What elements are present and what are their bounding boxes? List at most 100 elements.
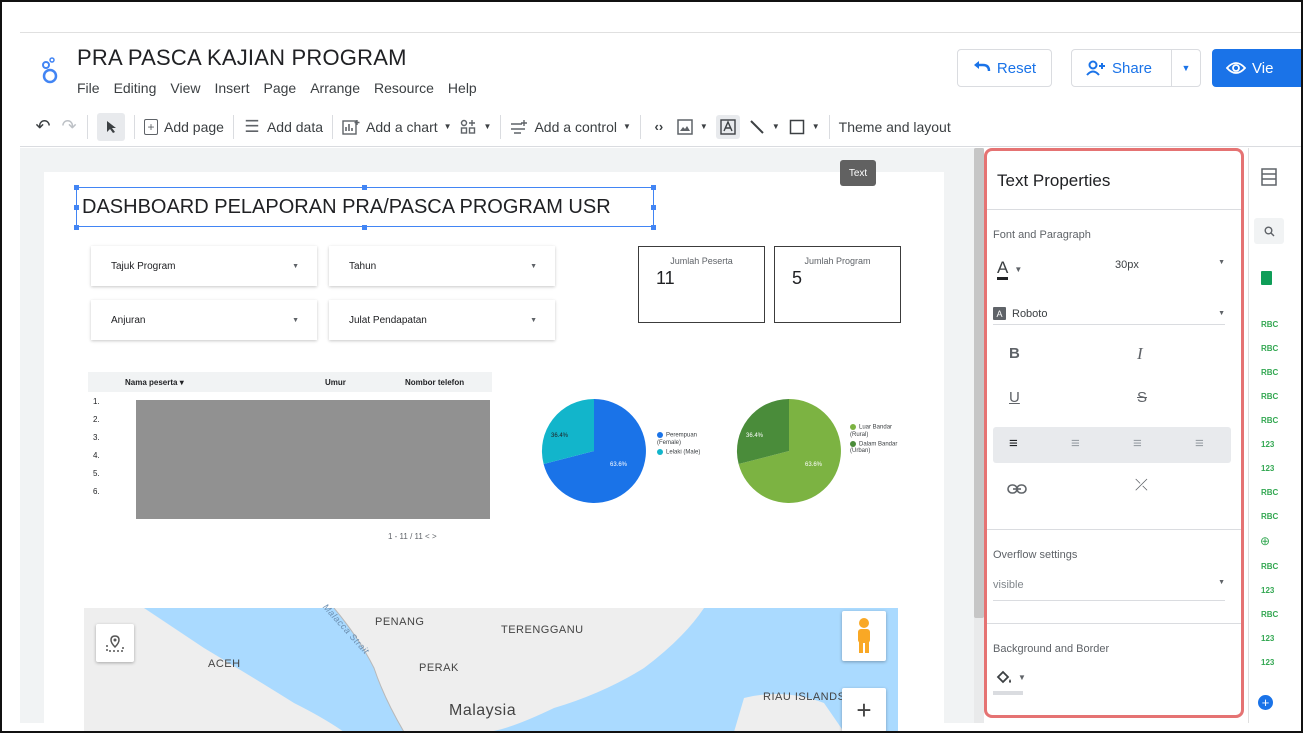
italic-icon[interactable]: I: [1137, 344, 1143, 364]
report-title[interactable]: PRA PASCA KAJIAN PROGRAM: [77, 45, 407, 71]
field-type-label[interactable]: RBC: [1261, 488, 1278, 497]
field-type-label[interactable]: RBC: [1261, 512, 1278, 521]
line-button[interactable]: ▼: [748, 118, 780, 136]
menu-resource[interactable]: Resource: [374, 80, 434, 96]
map-label: PENANG: [375, 616, 425, 628]
add-field-icon[interactable]: +: [1258, 695, 1273, 710]
add-page-button[interactable]: + Add page: [144, 118, 224, 135]
menu-file[interactable]: File: [77, 80, 100, 96]
field-type-label[interactable]: 123: [1261, 634, 1274, 643]
field-type-label[interactable]: RBC: [1261, 344, 1278, 353]
filter-label: Julat Pendapatan: [349, 314, 427, 326]
resize-handle[interactable]: [651, 225, 656, 230]
table-pagination[interactable]: 1 - 11 / 11 < >: [388, 532, 437, 541]
undo-icon[interactable]: ↶: [34, 116, 52, 136]
field-type-label[interactable]: RBC: [1261, 610, 1278, 619]
field-type-label[interactable]: RBC: [1261, 320, 1278, 329]
resize-handle[interactable]: [362, 225, 367, 230]
column-header-nama[interactable]: Nama peserta ▾: [125, 378, 325, 387]
filter-tajuk-program[interactable]: Tajuk Program ▼: [91, 246, 317, 286]
resize-handle[interactable]: [651, 205, 656, 210]
data-panel-icon[interactable]: [1261, 168, 1277, 186]
menu-editing[interactable]: Editing: [114, 80, 157, 96]
select-pointer-icon[interactable]: [97, 112, 125, 141]
font-family-select[interactable]: A Roboto ▼: [993, 303, 1225, 325]
menu-arrange[interactable]: Arrange: [310, 80, 360, 96]
section-overflow: Overflow settings: [993, 549, 1078, 561]
field-type-label[interactable]: 123: [1261, 658, 1274, 667]
globe-icon[interactable]: ⊕: [1260, 534, 1270, 548]
align-justify-icon[interactable]: ≡: [1195, 435, 1204, 452]
field-type-label[interactable]: RBC: [1261, 368, 1278, 377]
scorecard-jumlah-program[interactable]: Jumlah Program 5: [774, 246, 901, 323]
menu-view[interactable]: View: [170, 80, 200, 96]
reset-label: Reset: [996, 59, 1037, 77]
menu-help[interactable]: Help: [448, 80, 477, 96]
share-button[interactable]: Share ▼: [1071, 49, 1201, 87]
theme-layout-button[interactable]: Theme and layout: [839, 119, 951, 135]
menu-insert[interactable]: Insert: [214, 80, 249, 96]
reset-button[interactable]: Reset: [957, 49, 1052, 87]
menu-page[interactable]: Page: [263, 80, 296, 96]
community-viz-button[interactable]: ▼: [460, 118, 491, 136]
resize-handle[interactable]: [74, 205, 79, 210]
text-box-icon[interactable]: [715, 114, 740, 139]
toolbar-divider: [500, 114, 502, 139]
column-header-telefon[interactable]: Nombor telefon: [405, 378, 464, 387]
scrollbar-thumb[interactable]: [974, 148, 984, 618]
view-button[interactable]: Vie: [1212, 49, 1301, 87]
align-left-icon[interactable]: ≡: [1009, 435, 1018, 452]
add-data-button[interactable]: ☰ Add data: [243, 117, 323, 136]
field-type-label[interactable]: RBC: [1261, 392, 1278, 401]
font-size-select[interactable]: 30px ▼: [1097, 259, 1225, 271]
line-icon: [748, 118, 766, 136]
link-icon[interactable]: [1007, 483, 1027, 495]
resize-handle[interactable]: [74, 225, 79, 230]
legend-dot: [657, 448, 663, 455]
street-view-pegman[interactable]: [842, 611, 886, 661]
align-right-icon[interactable]: ≡: [1133, 435, 1142, 452]
my-location-button[interactable]: [96, 624, 134, 662]
add-chart-button[interactable]: Add a chart ▼: [342, 118, 452, 136]
resize-handle[interactable]: [74, 185, 79, 190]
share-main[interactable]: Share: [1072, 50, 1172, 86]
filter-control-icon: [510, 118, 528, 136]
dashboard-title-textbox[interactable]: DASHBOARD PELAPORAN PRA/PASCA PROGRAM US…: [76, 187, 654, 227]
scorecard-value: 11: [656, 268, 675, 288]
field-type-label[interactable]: 123: [1261, 586, 1274, 595]
overflow-select[interactable]: visible ▼: [993, 579, 1225, 601]
add-control-button[interactable]: Add a control ▼: [510, 118, 631, 136]
caret-down-icon: ▼: [811, 122, 820, 131]
resize-handle[interactable]: [651, 185, 656, 190]
fill-color-picker[interactable]: ▼: [995, 669, 1026, 685]
shape-button[interactable]: ▼: [788, 118, 820, 136]
field-search-box[interactable]: [1254, 218, 1284, 244]
clear-formatting-icon[interactable]: ⤫: [1135, 477, 1148, 495]
filter-tahun[interactable]: Tahun ▼: [329, 246, 555, 286]
toolbar-divider: [828, 114, 830, 139]
legend-label: Dalam Bandar (Urban): [850, 441, 898, 455]
bold-icon[interactable]: B: [1009, 345, 1020, 362]
share-dropdown[interactable]: ▼: [1172, 63, 1200, 73]
field-type-label[interactable]: RBC: [1261, 562, 1278, 571]
scorecard-jumlah-peserta[interactable]: Jumlah Peserta 11: [638, 246, 765, 323]
data-field-rail: RBC RBC RBC RBC RBC 123 123 RBC RBC ⊕ RB…: [1248, 148, 1301, 723]
filter-anjuran[interactable]: Anjuran ▼: [91, 300, 317, 340]
gender-pie-chart[interactable]: 63.6% 36.4%: [540, 397, 648, 505]
location-pie-chart[interactable]: 63.6% 36.4%: [735, 397, 843, 505]
caret-down-icon: ▼: [1218, 579, 1225, 586]
field-type-label[interactable]: RBC: [1261, 416, 1278, 425]
field-type-label[interactable]: 123: [1261, 440, 1274, 449]
zoom-in-button[interactable]: +: [842, 688, 886, 731]
align-center-icon[interactable]: ≡: [1071, 435, 1080, 452]
filter-julat-pendapatan[interactable]: Julat Pendapatan ▼: [329, 300, 555, 340]
field-type-label[interactable]: 123: [1261, 464, 1274, 473]
embed-code-icon[interactable]: ‹›: [650, 118, 668, 136]
strikethrough-icon[interactable]: S: [1137, 389, 1147, 406]
image-button[interactable]: ▼: [676, 118, 708, 136]
redo-icon[interactable]: ↷: [60, 116, 78, 136]
column-header-umur[interactable]: Umur: [325, 378, 405, 387]
underline-icon[interactable]: U: [1009, 389, 1020, 406]
resize-handle[interactable]: [362, 185, 367, 190]
font-color-picker[interactable]: A ▼: [997, 259, 1022, 280]
